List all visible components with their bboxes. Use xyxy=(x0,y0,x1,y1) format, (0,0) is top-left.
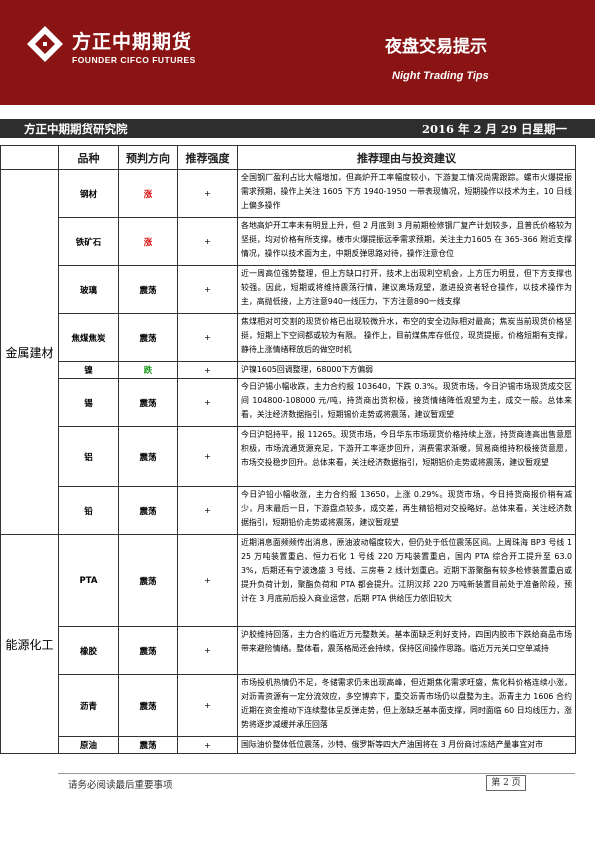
direction-value: 震荡 xyxy=(118,313,178,362)
table-row: 铝 震荡 + 今日沪铝持平，报 11265。现货市场，今日华东市场现货价格持续上… xyxy=(1,426,576,487)
strength-value: + xyxy=(177,426,238,487)
direction-value: 涨 xyxy=(118,169,178,218)
strength-value: + xyxy=(177,217,238,266)
variety-name: 玻璃 xyxy=(58,265,119,314)
company-logo: 方正中期期货 FOUNDER CIFCO FUTURES xyxy=(26,25,221,70)
report-date: 2016 年 2 月 29 日星期一 xyxy=(421,122,567,136)
variety-name: 沥青 xyxy=(58,674,119,737)
reason-text: 今日沪铅小幅收涨，主力合约报 13650，上涨 0.29%。现货市场，今日持货商… xyxy=(237,486,576,535)
founder-logo-icon xyxy=(27,26,63,62)
table-row: 铅 震荡 + 今日沪铅小幅收涨，主力合约报 13650，上涨 0.29%。现货市… xyxy=(1,486,576,535)
direction-value: 震荡 xyxy=(118,674,178,737)
strength-value: + xyxy=(177,534,238,627)
strength-value: + xyxy=(177,486,238,535)
strength-value: + xyxy=(177,626,238,675)
strength-value: + xyxy=(177,313,238,362)
table-row: 铁矿石 涨 + 各地高炉开工率未有明显上升，但 2 月底到 3 月前期检修钢厂复… xyxy=(1,217,576,266)
variety-name: 锡 xyxy=(58,378,119,427)
company-name-cn: 方正中期期货 xyxy=(72,31,193,53)
reason-text: 国际油价整体低位震荡，沙特、俄罗斯等四大产油国将在 3 月份商讨冻结产量事宜对市 xyxy=(237,736,576,754)
direction-value: 震荡 xyxy=(118,626,178,675)
table-row: 镍 跌 + 沪镍1605回调整理，68000下方偏弱 xyxy=(1,361,576,379)
report-title-cn: 夜盘交易提示 xyxy=(385,37,487,57)
reason-text: 近期消息面频频传出消息，原油波动幅度较大，但仍处于低位震荡区间。上周珠海 BP3… xyxy=(237,534,576,627)
header-variety: 品种 xyxy=(58,145,119,170)
variety-name: 钢材 xyxy=(58,169,119,218)
footer-divider xyxy=(58,773,575,774)
direction-value: 震荡 xyxy=(118,736,178,754)
reason-text: 焦煤相对可交割的现货价格已出现较微升水，布空的安全边际相对最高；焦炭当前现货价格… xyxy=(237,313,576,362)
strength-value: + xyxy=(177,265,238,314)
footer-disclaimer-note: 请务必阅读最后重要事项 xyxy=(68,780,173,791)
table-row: 橡胶 震荡 + 沪胶维持回落，主力合约临近万元整数关。基本面缺乏利好支持，四国内… xyxy=(1,626,576,675)
table-row: 焦煤焦炭 震荡 + 焦煤相对可交割的现货价格已出现较微升水，布空的安全边际相对最… xyxy=(1,313,576,362)
strength-value: + xyxy=(177,674,238,737)
reason-text: 沪胶维持回落，主力合约临近万元整数关。基本面缺乏利好支持，四国内胶市下跌给商品市… xyxy=(237,626,576,675)
reason-text: 沪镍1605回调整理，68000下方偏弱 xyxy=(237,361,576,379)
header-category xyxy=(0,145,59,170)
direction-value: 震荡 xyxy=(118,486,178,535)
table-row: 锡 震荡 + 今日沪锡小幅收跌，主力合约报 103640，下跌 0.3%。现货市… xyxy=(1,378,576,427)
variety-name: 铁矿石 xyxy=(58,217,119,266)
strength-value: + xyxy=(177,736,238,754)
reason-text: 各地高炉开工率未有明显上升，但 2 月底到 3 月前期检修钢厂复产计划较多，且普… xyxy=(237,217,576,266)
table-header-row: 品种 预判方向 推荐强度 推荐理由与投资建议 xyxy=(0,145,576,170)
variety-name: 橡胶 xyxy=(58,626,119,675)
institute-bar: 方正中期期货研究院 2016 年 2 月 29 日星期一 xyxy=(0,119,595,138)
direction-value: 震荡 xyxy=(118,378,178,427)
variety-name: PTA xyxy=(58,534,119,627)
direction-value: 震荡 xyxy=(118,426,178,487)
reason-text: 全国钢厂盈利占比大幅增加，但高炉开工率幅度较小，下游复工情况尚需跟踪。螺市火爆提… xyxy=(237,169,576,218)
direction-value: 震荡 xyxy=(118,534,178,627)
table-row: 金属建材 钢材 涨 + 全国钢厂盈利占比大幅增加，但高炉开工率幅度较小，下游复工… xyxy=(0,169,576,535)
company-name-en: FOUNDER CIFCO FUTURES xyxy=(72,55,196,65)
strength-value: + xyxy=(177,361,238,379)
variety-name: 镍 xyxy=(58,361,119,379)
variety-name: 铝 xyxy=(58,426,119,487)
direction-value: 涨 xyxy=(118,217,178,266)
strength-value: + xyxy=(177,169,238,218)
report-header: 方正中期期货 FOUNDER CIFCO FUTURES 夜盘交易提示 Nigh… xyxy=(0,0,595,105)
direction-value: 跌 xyxy=(118,361,178,379)
table-row: 玻璃 震荡 + 近一周高位强势整理，但上方缺口打开，技术上出现利空机会，上方压力… xyxy=(1,265,576,314)
category-energy: 能源化工 xyxy=(0,534,59,754)
header-direction: 预判方向 xyxy=(118,145,178,170)
report-title-en: Night Trading Tips xyxy=(392,70,489,82)
table-row: 能源化工 PTA 震荡 + 近期消息面频频传出消息，原油波动幅度较大，但仍处于低… xyxy=(0,534,576,754)
variety-name: 原油 xyxy=(58,736,119,754)
variety-name: 铅 xyxy=(58,486,119,535)
trading-tips-table: 品种 预判方向 推荐强度 推荐理由与投资建议 金属建材 钢材 涨 + 全国钢厂盈… xyxy=(0,145,576,754)
reason-text: 今日沪铝持平，报 11265。现货市场，今日华东市场现货价格持续上涨，持货商逢高… xyxy=(237,426,576,487)
category-metals: 金属建材 xyxy=(0,169,59,535)
reason-text: 今日沪锡小幅收跌，主力合约报 103640，下跌 0.3%。现货市场，今日沪锡市… xyxy=(237,378,576,427)
direction-value: 震荡 xyxy=(118,265,178,314)
table-row: 原油 震荡 + 国际油价整体低位震荡，沙特、俄罗斯等四大产油国将在 3 月份商讨… xyxy=(1,736,576,754)
strength-value: + xyxy=(177,378,238,427)
reason-text: 市场投机热情仍不足，冬储需求仍未出现高峰，但近期焦化需求旺盛，焦化料价格连续小涨… xyxy=(237,674,576,737)
header-strength: 推荐强度 xyxy=(177,145,238,170)
reason-text: 近一周高位强势整理，但上方缺口打开，技术上出现利空机会，上方压力明显，但下方支撑… xyxy=(237,265,576,314)
page-number: 第 2 页 xyxy=(486,775,526,791)
table-row: 沥青 震荡 + 市场投机热情仍不足，冬储需求仍未出现高峰，但近期焦化需求旺盛，焦… xyxy=(1,674,576,737)
variety-name: 焦煤焦炭 xyxy=(58,313,119,362)
institute-name: 方正中期期货研究院 xyxy=(24,122,128,136)
header-reason: 推荐理由与投资建议 xyxy=(237,145,576,170)
